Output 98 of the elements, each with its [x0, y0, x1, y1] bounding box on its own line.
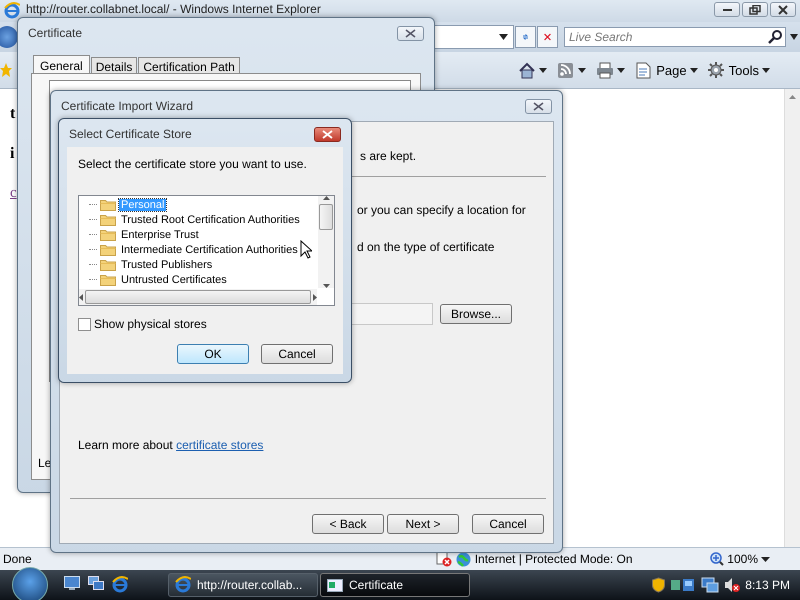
dropdown-arrow-icon	[539, 68, 548, 72]
instruction-text: d on the type of certificate	[357, 240, 494, 254]
browser-logo-icon[interactable]	[112, 576, 128, 594]
desktop-icon[interactable]	[64, 576, 80, 590]
gear-icon	[708, 62, 726, 78]
restore-button[interactable]	[742, 2, 768, 17]
scroll-up-icon	[789, 95, 796, 99]
ok-button[interactable]: OK	[177, 344, 249, 364]
taskbar-button[interactable]: Certificate	[320, 573, 470, 597]
instruction-text: s are kept.	[360, 149, 416, 163]
back-button[interactable]: < Back	[312, 514, 384, 534]
clock[interactable]: 8:13 PM	[745, 578, 790, 592]
scroll-right-icon	[313, 294, 317, 300]
search-field[interactable]: Live Search	[564, 27, 786, 47]
close-icon	[405, 28, 416, 38]
browser-logo-icon	[4, 2, 20, 20]
favorites-star-icon	[0, 62, 12, 78]
security-zone-text: Internet | Protected Mode: On	[474, 552, 633, 566]
stop-button[interactable]	[537, 26, 558, 48]
back-button[interactable]	[0, 26, 18, 48]
muted-speaker-icon[interactable]	[724, 577, 740, 593]
tools-button[interactable]: Tools	[706, 60, 772, 80]
cancel-button[interactable]: Cancel	[472, 514, 544, 534]
page-text: t	[10, 105, 16, 123]
certificate-icon	[327, 578, 343, 592]
shield-icon[interactable]	[652, 577, 666, 593]
horizontal-scrollbar[interactable]	[79, 289, 317, 305]
start-button[interactable]	[12, 567, 48, 600]
cancel-button[interactable]: Cancel	[261, 344, 333, 364]
close-button[interactable]	[525, 98, 552, 114]
page-icon	[635, 62, 654, 78]
window-title: http://router.collabnet.local/ - Windows Internet Explorer	[26, 2, 321, 16]
browse-button[interactable]: Browse...	[440, 304, 512, 324]
browser-logo-icon	[175, 576, 191, 594]
checkbox-label: Show physical stores	[94, 317, 207, 331]
learn-more-text: Learn more about certificate stores	[78, 438, 264, 452]
close-button[interactable]	[770, 2, 796, 17]
close-button[interactable]	[314, 126, 341, 142]
tab[interactable]: Certification Path	[138, 57, 240, 74]
close-icon	[777, 4, 789, 14]
close-icon	[322, 130, 333, 138]
search-icon	[768, 30, 782, 44]
refresh-button[interactable]	[515, 26, 536, 48]
dropdown-arrow-icon	[499, 34, 508, 40]
print-button[interactable]	[594, 60, 628, 80]
minimize-icon	[722, 8, 732, 10]
globe-icon	[456, 552, 471, 566]
page-link[interactable]: c	[10, 185, 17, 202]
dropdown-arrow-icon	[690, 68, 698, 72]
stop-icon	[544, 31, 551, 43]
tree-item[interactable]: Trusted Root Certification Authorities	[119, 214, 302, 226]
folder-icon	[100, 228, 116, 241]
info-text: Le	[38, 456, 52, 470]
folder-icon	[100, 273, 116, 286]
page-button[interactable]: Page	[633, 60, 700, 80]
dropdown-arrow-icon	[578, 68, 586, 72]
folder-icon	[100, 258, 116, 271]
page-text: i	[10, 145, 16, 163]
tree-item[interactable]: Untrusted Certificates	[119, 274, 229, 286]
certificate-stores-link[interactable]: certificate stores	[176, 438, 264, 452]
minimize-button[interactable]	[714, 2, 740, 17]
dropdown-arrow-icon	[761, 556, 770, 562]
tree-item[interactable]: Intermediate Certification Authorities	[119, 244, 300, 256]
dialog-title: Select Certificate Store	[69, 127, 192, 141]
tab[interactable]: General	[33, 55, 90, 75]
close-button[interactable]	[397, 26, 424, 40]
dropdown-arrow-icon	[617, 68, 626, 72]
monitor-icon[interactable]	[701, 577, 720, 593]
tab[interactable]: Details	[90, 57, 138, 74]
home-icon	[518, 62, 536, 78]
next-button[interactable]: Next >	[387, 514, 459, 534]
close-icon	[533, 102, 544, 110]
feed-icon	[557, 62, 576, 78]
taskbar-button[interactable]: http://router.collab...	[168, 573, 318, 597]
zoom-control[interactable]: 100%	[710, 552, 800, 566]
checkbox[interactable]	[78, 318, 91, 330]
dropdown-arrow-icon	[788, 34, 800, 40]
scroll-up-icon	[322, 196, 330, 200]
folder-icon	[100, 243, 116, 256]
mouse-cursor-icon	[300, 240, 312, 259]
printer-icon	[596, 62, 614, 78]
folder-icon	[100, 198, 116, 211]
scrollbar[interactable]	[784, 89, 800, 547]
tree-item[interactable]: Trusted Publishers	[119, 258, 214, 270]
instruction-text: Select the certificate store you want to use.	[78, 157, 307, 171]
scroll-left-icon	[79, 294, 83, 300]
instruction-text: or you can specify a location for	[357, 203, 526, 217]
tree-item[interactable]: Enterprise Trust	[119, 228, 201, 240]
zoom-icon	[710, 552, 724, 566]
dropdown-arrow-icon	[762, 68, 770, 72]
window-title: Certificate	[28, 26, 82, 40]
window-title: Certificate Import Wizard	[61, 99, 194, 113]
vertical-scrollbar[interactable]	[318, 196, 334, 288]
restore-icon	[749, 4, 761, 14]
status-text: Done	[3, 552, 32, 566]
scroll-down-icon	[322, 284, 330, 288]
windows-icon[interactable]	[88, 576, 104, 590]
folder-icon	[100, 213, 116, 226]
